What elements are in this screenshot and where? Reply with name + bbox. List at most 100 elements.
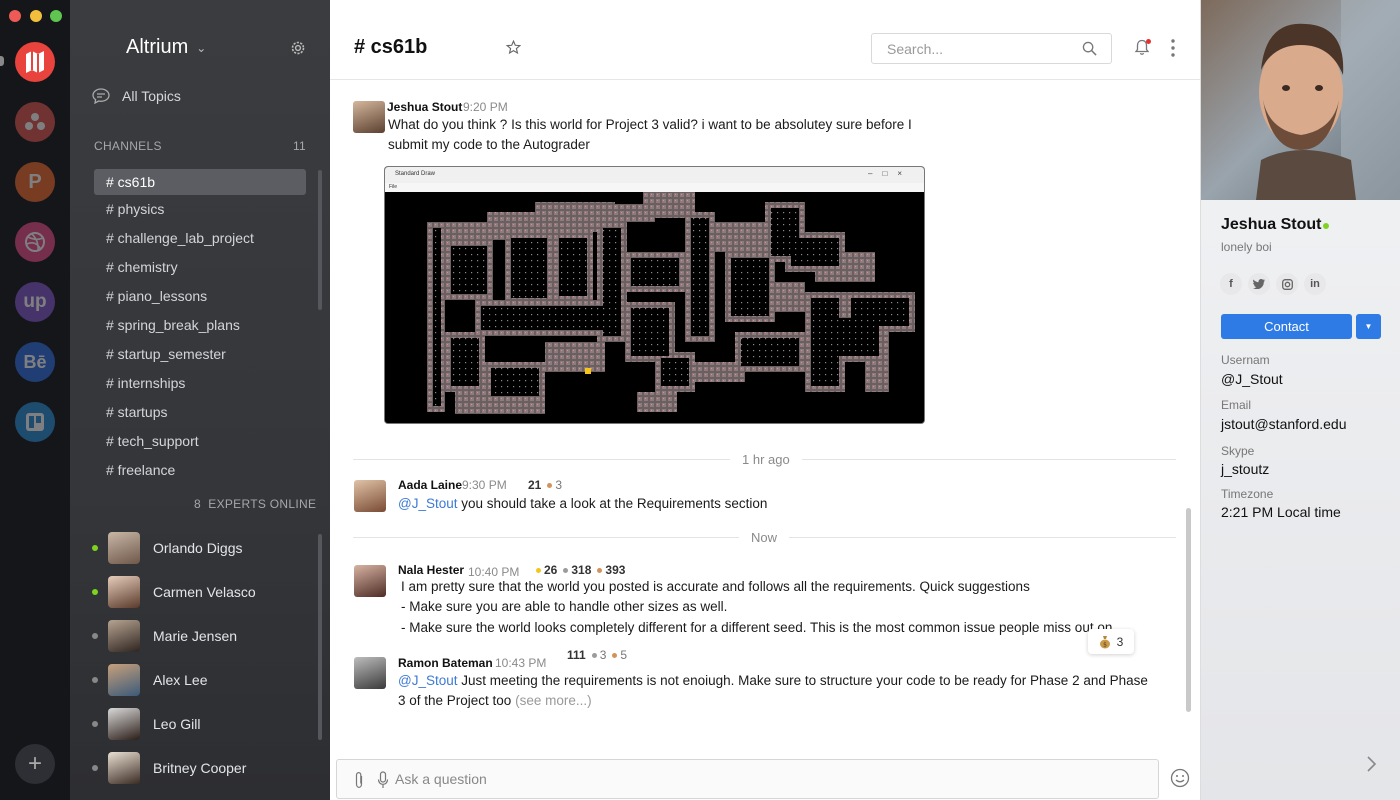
- offline-status-dot: [92, 721, 98, 727]
- altrium-app-icon[interactable]: [15, 42, 55, 82]
- channel-item-tech-support[interactable]: # tech_support: [94, 428, 306, 454]
- instagram-icon[interactable]: [1276, 273, 1298, 295]
- expert-item[interactable]: Carmen Velasco: [92, 575, 302, 609]
- channel-item-cs61b[interactable]: # cs61b: [94, 169, 306, 195]
- question-input[interactable]: [395, 760, 1095, 798]
- channel-item-freelance[interactable]: # freelance: [94, 457, 306, 483]
- channels-scrollbar[interactable]: [318, 170, 322, 310]
- avatar: [108, 752, 140, 784]
- expert-item[interactable]: Marie Jensen: [92, 619, 302, 653]
- skype-value: j_stoutz: [1221, 461, 1270, 477]
- close-window-button[interactable]: [9, 10, 21, 22]
- offline-status-dot: [92, 765, 98, 771]
- message-time: 9:20 PM: [463, 100, 508, 114]
- experts-count: 8: [194, 497, 201, 511]
- more-options-icon[interactable]: [1171, 39, 1175, 57]
- minimize-window-button[interactable]: [30, 10, 42, 22]
- timezone-label: Timezone: [1221, 487, 1274, 501]
- chevron-right-icon[interactable]: [1365, 755, 1377, 773]
- linkedin-icon[interactable]: in: [1304, 273, 1326, 295]
- all-topics-label: All Topics: [122, 88, 181, 104]
- silver-badge-icon: [563, 567, 569, 573]
- experts-scrollbar[interactable]: [318, 534, 322, 740]
- channel-item-challenge-lab-project[interactable]: # challenge_lab_project: [94, 225, 306, 251]
- message-author[interactable]: Jeshua Stout: [387, 100, 462, 114]
- expert-item[interactable]: Orlando Diggs: [92, 531, 302, 565]
- maze-render: [385, 192, 924, 423]
- channel-item-physics[interactable]: # physics: [94, 196, 306, 222]
- contact-button[interactable]: Contact: [1221, 314, 1352, 339]
- gear-icon[interactable]: [290, 40, 306, 56]
- mention-link[interactable]: @J_Stout: [398, 673, 457, 688]
- all-topics-link[interactable]: All Topics: [92, 88, 181, 104]
- dribbble-app-icon[interactable]: [15, 222, 55, 262]
- behance-app-icon[interactable]: Bē: [15, 342, 55, 382]
- email-value[interactable]: jstout@stanford.edu: [1221, 416, 1347, 432]
- emoji-icon[interactable]: [1170, 768, 1190, 788]
- channel-item-chemistry[interactable]: # chemistry: [94, 254, 306, 280]
- message-author[interactable]: Aada Laine: [398, 478, 462, 492]
- online-status-dot: [92, 545, 98, 551]
- page-title: # cs61b: [354, 36, 428, 58]
- attached-window-menu: File: [385, 183, 924, 192]
- silver-count: 318: [571, 563, 592, 577]
- add-app-button[interactable]: +: [15, 744, 55, 784]
- channel-item-spring-break-plans[interactable]: # spring_break_plans: [94, 312, 306, 338]
- time-divider-label: Now: [739, 530, 790, 545]
- workspace-switcher[interactable]: Altrium ⌄: [126, 36, 206, 59]
- expert-item[interactable]: Leo Gill: [92, 707, 302, 741]
- message-composer[interactable]: [336, 759, 1159, 799]
- expert-item[interactable]: Britney Cooper: [92, 751, 302, 785]
- mention-link[interactable]: @J_Stout: [398, 496, 457, 511]
- profile-photo: [1201, 0, 1400, 200]
- profile-panel: Jeshua Stout lonely boi f in Contact ▼ U…: [1200, 0, 1400, 800]
- chevron-down-icon[interactable]: ▼: [1356, 314, 1381, 339]
- message-text: I am pretty sure that the world you post…: [401, 579, 1030, 594]
- community-app-icon[interactable]: [15, 102, 55, 142]
- silver-badge-icon: [591, 652, 597, 658]
- producthunt-app-icon[interactable]: P: [15, 162, 55, 202]
- avatar[interactable]: [354, 480, 386, 512]
- message-author[interactable]: Ramon Bateman: [398, 656, 493, 670]
- see-more-link[interactable]: (see more...): [515, 693, 592, 708]
- channel-item-internships[interactable]: # internships: [94, 370, 306, 396]
- paperclip-icon[interactable]: [353, 771, 365, 789]
- twitter-icon[interactable]: [1248, 273, 1270, 295]
- facebook-icon[interactable]: f: [1220, 273, 1242, 295]
- avatar[interactable]: [354, 657, 386, 689]
- channel-item-startup-semester[interactable]: # startup_semester: [94, 341, 306, 367]
- avatar[interactable]: [354, 565, 386, 597]
- zoom-window-button[interactable]: [50, 10, 62, 22]
- experts-header: 8 EXPERTS ONLINE: [194, 497, 316, 511]
- gold-badge-icon: [536, 567, 541, 573]
- message-text: @J_Stout you should take a look at the R…: [398, 494, 1158, 514]
- channel-item-piano-lessons[interactable]: # piano_lessons: [94, 283, 306, 309]
- score-points: 111: [567, 648, 586, 662]
- expert-name: Britney Cooper: [153, 760, 247, 776]
- upwork-app-icon[interactable]: up: [15, 282, 55, 322]
- message-author[interactable]: Nala Hester: [398, 563, 464, 577]
- trello-app-icon[interactable]: [15, 402, 55, 442]
- search-input[interactable]: [872, 34, 1072, 63]
- chat-scrollbar[interactable]: [1186, 508, 1191, 712]
- avatar[interactable]: [353, 101, 385, 133]
- offline-status-dot: [92, 677, 98, 683]
- search-icon[interactable]: [1082, 41, 1097, 56]
- channel-sidebar: Altrium ⌄ All Topics CHANNELS 11 # cs61b …: [70, 0, 330, 800]
- star-icon[interactable]: [506, 40, 521, 55]
- expert-item[interactable]: Alex Lee: [92, 663, 302, 697]
- reaction-button[interactable]: $ 3: [1088, 629, 1134, 654]
- avatar: [108, 708, 140, 740]
- online-status-dot: [1323, 223, 1329, 229]
- avatar: [108, 532, 140, 564]
- channel-item-startups[interactable]: # startups: [94, 399, 306, 425]
- message-text: - Make sure you are able to handle other…: [401, 599, 728, 614]
- message-time: 10:43 PM: [495, 656, 547, 670]
- attached-image[interactable]: Standard Draw –□× File: [385, 167, 924, 423]
- username-label: Usernam: [1221, 353, 1270, 367]
- player-marker: [585, 368, 591, 374]
- bronze-count: 3: [555, 478, 563, 492]
- search-box[interactable]: [871, 33, 1112, 64]
- online-status-dot: [92, 589, 98, 595]
- microphone-icon[interactable]: [377, 771, 389, 789]
